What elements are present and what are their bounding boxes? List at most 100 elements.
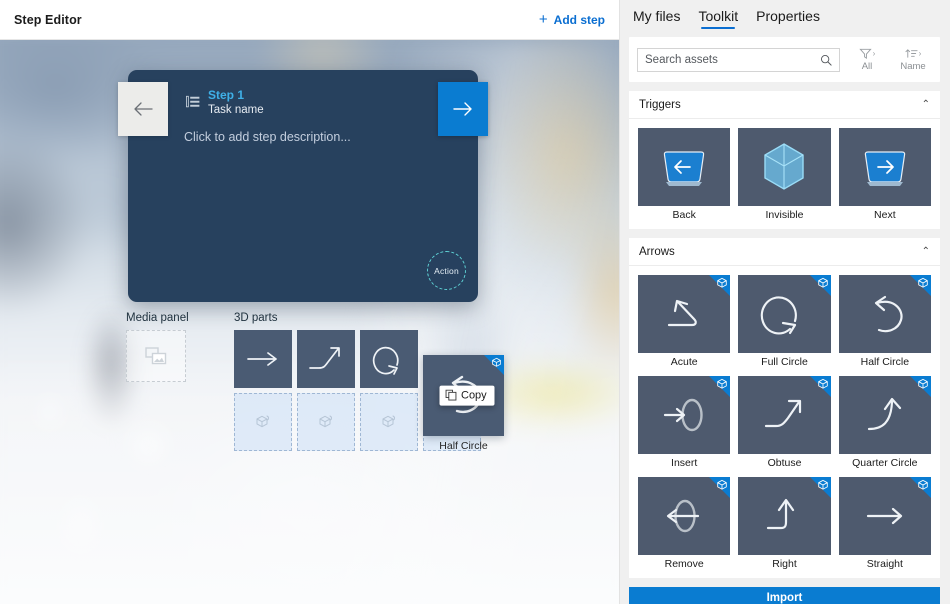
filter-button[interactable]: › All	[848, 47, 886, 72]
copy-tooltip[interactable]: Copy	[438, 385, 495, 406]
asset-arrow-remove[interactable]: Remove	[638, 477, 731, 570]
arrow-obtuse-icon	[309, 347, 340, 369]
filter-icon-row: ›	[859, 47, 876, 60]
plus-icon: +	[538, 11, 548, 28]
task-name-label: Task name	[208, 104, 264, 116]
cube-badge-icon	[918, 479, 928, 490]
step-card[interactable]: Step 1 Task name Click to add step descr…	[118, 70, 488, 302]
section-arrows-title: Arrows	[639, 245, 675, 258]
action-button[interactable]: Action	[427, 251, 466, 290]
asset-trigger-next[interactable]: Next	[838, 128, 931, 221]
copy-tooltip-label: Copy	[460, 389, 487, 402]
sort-icon	[905, 49, 918, 58]
asset-trigger-invisible[interactable]: Invisible	[738, 128, 831, 221]
search-icon[interactable]	[820, 54, 832, 66]
asset-arrow-quarter-circle[interactable]: Quarter Circle	[838, 376, 931, 469]
add-step-button[interactable]: + Add step	[539, 12, 605, 27]
tab-properties[interactable]: Properties	[756, 8, 820, 29]
tab-toolkit[interactable]: Toolkit	[698, 8, 738, 29]
part-slot-empty[interactable]	[234, 393, 292, 451]
next-step-button[interactable]	[438, 82, 488, 136]
trigger-next-icon	[864, 151, 906, 186]
cube-badge-icon	[817, 277, 828, 288]
parts-panel-title: 3D parts	[234, 312, 278, 324]
tab-my-files[interactable]: My files	[633, 8, 680, 29]
asset-caption: Next	[874, 209, 896, 221]
add-step-label: Add step	[553, 12, 605, 27]
toolkit-tabs: My files Toolkit Properties	[619, 0, 950, 29]
asset-caption: Acute	[670, 356, 698, 368]
arrow-acute-icon	[668, 299, 697, 327]
asset-trigger-back[interactable]: Back	[638, 128, 731, 221]
part-tile-half-circle[interactable]: Copy	[423, 355, 504, 436]
page-title: Step Editor	[14, 12, 82, 27]
chevron-right-icon: ›	[872, 49, 876, 58]
image-placeholder-icon	[145, 347, 167, 365]
arrow-full-circle-icon	[372, 346, 399, 375]
cube-badge-icon	[492, 357, 501, 367]
part-tile-full-circle[interactable]	[360, 330, 418, 388]
asset-thumb	[738, 275, 831, 353]
filter-label: All	[861, 61, 873, 72]
asset-caption: Remove	[664, 558, 704, 570]
chevron-up-icon[interactable]: ⌃	[922, 246, 930, 257]
asset-arrow-right[interactable]: Right	[738, 477, 831, 570]
editor-asset-panels: Media panel 3D parts Copy Half Circle	[126, 312, 510, 455]
parts-panel: 3D parts Copy Half Circle	[234, 312, 510, 455]
asset-caption: Obtuse	[767, 457, 802, 469]
cube-drop-icon	[382, 415, 396, 428]
toolkit-pane: My files Toolkit Properties › All	[619, 0, 950, 604]
asset-caption: Invisible	[765, 209, 804, 221]
search-input[interactable]	[645, 53, 820, 66]
section-triggers: Triggers ⌃ Back Invisible Next	[629, 91, 940, 229]
asset-thumb	[738, 477, 831, 555]
sort-label: Name	[900, 61, 926, 72]
chevron-up-icon[interactable]: ⌃	[922, 99, 930, 110]
import-button[interactable]: Import	[629, 587, 940, 604]
cube-badge-icon	[817, 479, 828, 490]
previous-step-button[interactable]	[118, 82, 168, 136]
arrow-obtuse-icon	[765, 399, 802, 428]
asset-thumb	[638, 275, 731, 353]
arrow-straight-icon	[247, 352, 277, 366]
asset-thumb	[638, 477, 731, 555]
asset-arrow-half-circle[interactable]: Half Circle	[838, 275, 931, 368]
asset-caption: Right	[772, 558, 797, 570]
cube-badge-icon	[717, 378, 728, 389]
asset-caption: Full Circle	[761, 356, 808, 368]
editor-canvas[interactable]: Step 1 Task name Click to add step descr…	[0, 40, 619, 604]
sort-button[interactable]: › Name	[894, 47, 932, 72]
cube-badge-icon	[817, 378, 828, 389]
asset-arrow-straight[interactable]: Straight	[838, 477, 931, 570]
part-tile-straight[interactable]	[234, 330, 292, 388]
part-tile-obtuse[interactable]	[297, 330, 355, 388]
asset-arrow-insert[interactable]: Insert	[638, 376, 731, 469]
asset-arrow-full-circle[interactable]: Full Circle	[738, 275, 831, 368]
section-triggers-title: Triggers	[639, 98, 681, 111]
asset-thumb	[738, 128, 831, 206]
asset-caption: Quarter Circle	[852, 457, 918, 469]
asset-arrow-acute[interactable]: Acute	[638, 275, 731, 368]
arrow-half-circle-icon	[874, 295, 903, 333]
asset-arrow-obtuse[interactable]: Obtuse	[738, 376, 831, 469]
filter-icon	[859, 48, 872, 60]
cube-drop-icon	[319, 415, 333, 428]
pane-divider	[619, 0, 620, 604]
step-description-placeholder[interactable]: Click to add step description...	[184, 130, 351, 144]
action-label: Action	[434, 265, 459, 276]
part-slot-empty[interactable]	[297, 393, 355, 451]
part-tile-caption: Half Circle	[439, 440, 488, 452]
triggers-grid: Back Invisible Next	[629, 119, 940, 229]
sort-icon-row: ›	[905, 47, 921, 60]
section-triggers-header[interactable]: Triggers ⌃	[629, 91, 940, 119]
arrow-right-icon	[453, 102, 472, 116]
part-tile-half-circle-selected[interactable]: Copy Half Circle	[417, 353, 510, 455]
step-number-label: Step 1	[208, 88, 245, 102]
search-field-wrapper[interactable]	[637, 47, 840, 72]
step-editor-pane: Step Editor + Add step Step 1 Task name …	[0, 0, 619, 604]
part-slot-empty[interactable]	[360, 393, 418, 451]
section-arrows-header[interactable]: Arrows ⌃	[629, 238, 940, 266]
search-toolbar: › All › Name	[629, 37, 940, 82]
cube-badge-icon	[918, 277, 928, 288]
media-drop-zone[interactable]	[126, 330, 186, 382]
